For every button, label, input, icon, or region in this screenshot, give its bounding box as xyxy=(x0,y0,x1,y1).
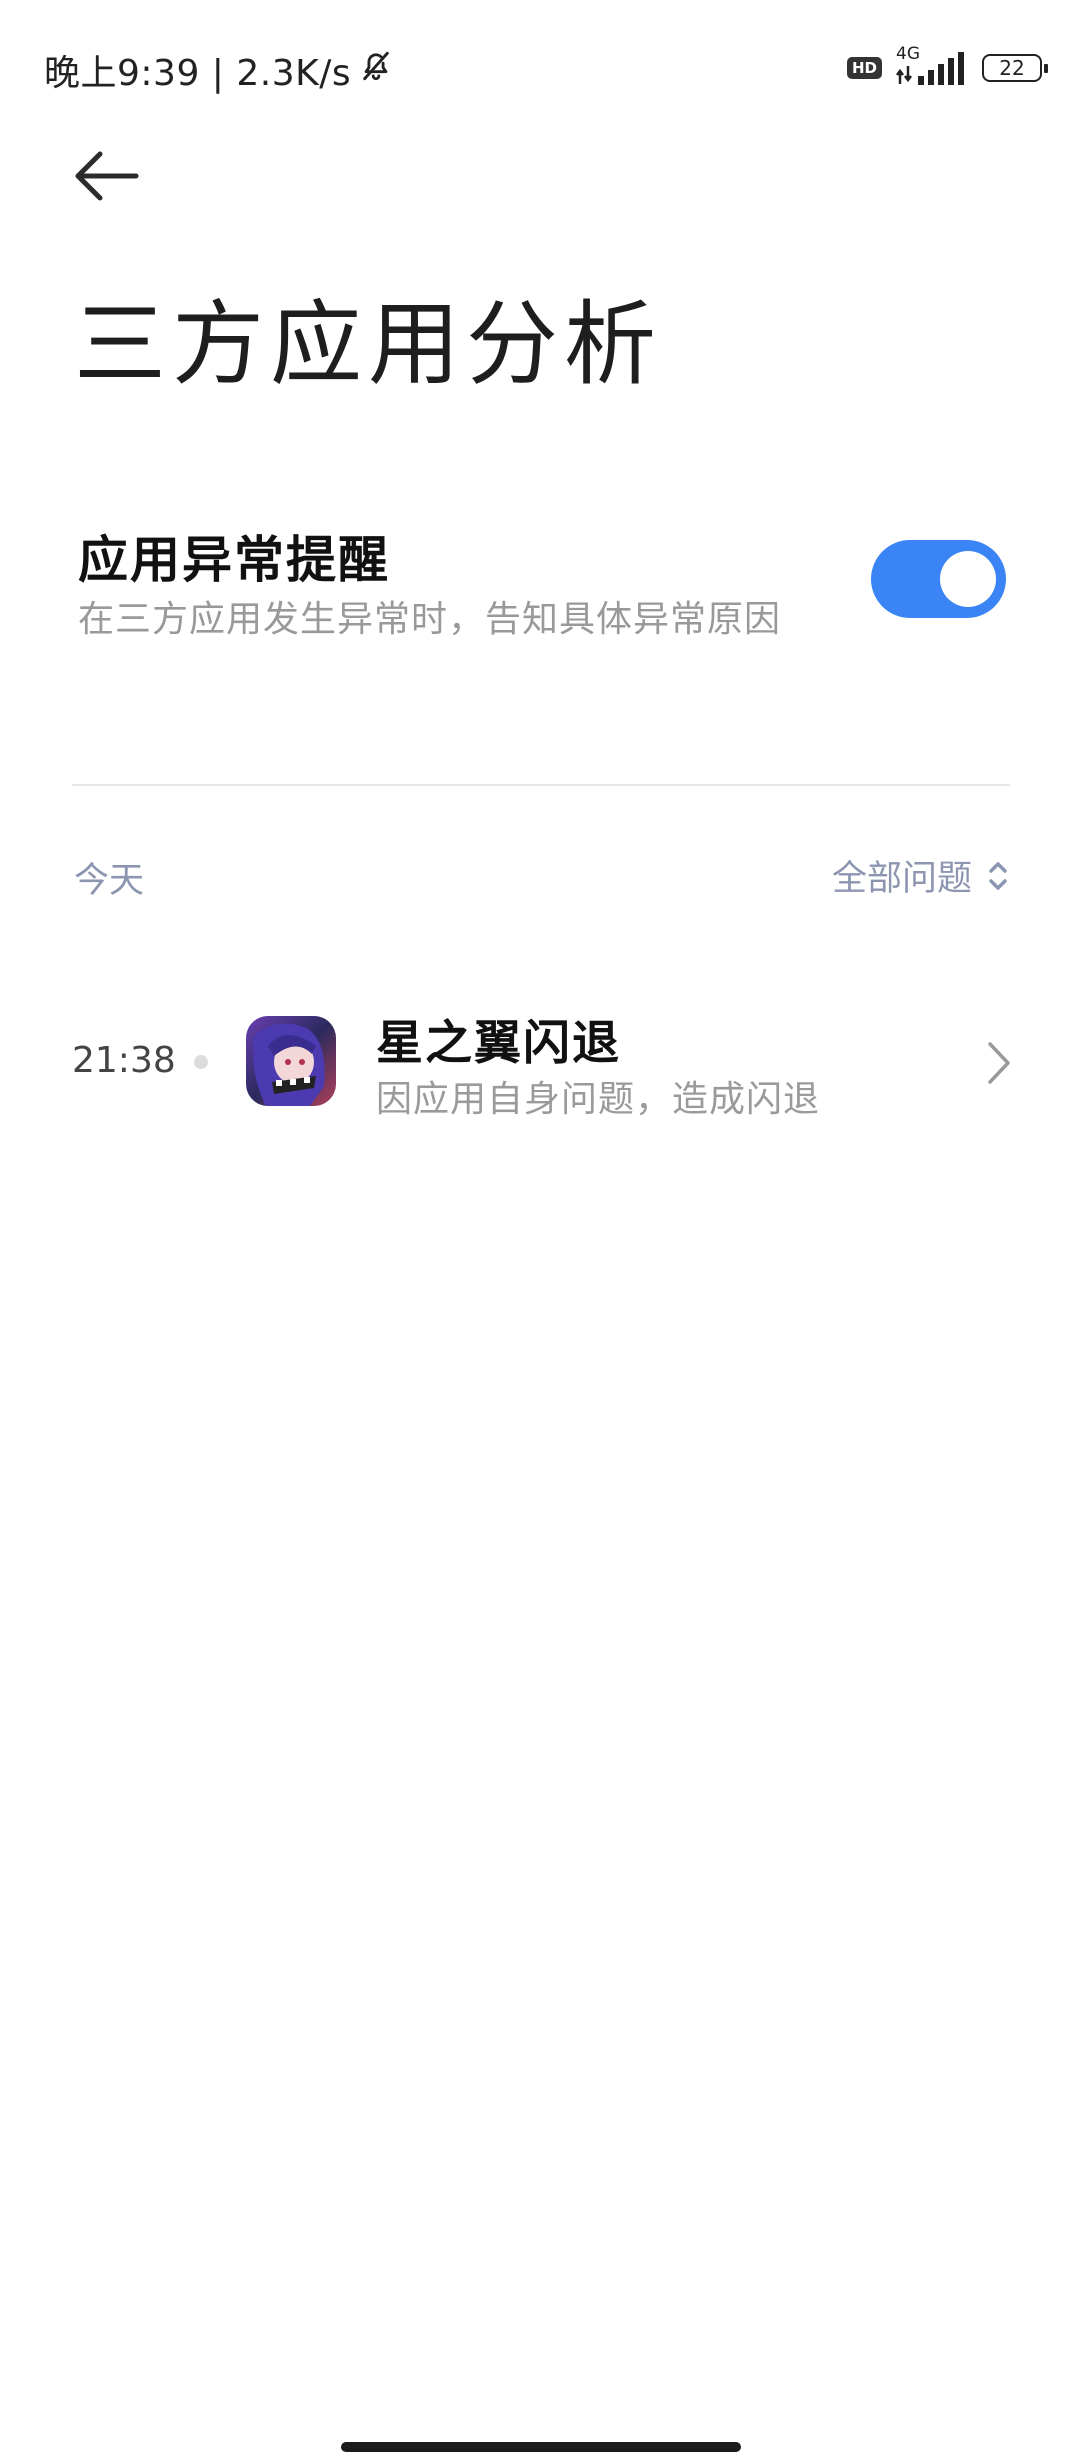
setting-title: 应用异常提醒 xyxy=(78,531,390,589)
back-button[interactable] xyxy=(72,146,152,216)
timeline-dot xyxy=(194,1055,208,1069)
home-indicator[interactable] xyxy=(341,2442,741,2452)
problem-filter-dropdown[interactable]: 全部问题 xyxy=(832,850,1010,901)
hd-badge: HD xyxy=(846,57,882,79)
network-type: 4G xyxy=(896,44,920,64)
battery-level: 22 xyxy=(999,56,1025,80)
page-title: 三方应用分析 xyxy=(74,291,663,398)
battery-icon: 22 xyxy=(982,54,1048,82)
chevron-right-icon xyxy=(986,1040,1012,1090)
page: 晚上9:39 | 2.3K/s HD 4G 22 三方应用分析 应用异常提醒 在… xyxy=(0,0,1080,2460)
sort-chevron-icon xyxy=(989,861,1007,890)
abnormal-alert-toggle[interactable] xyxy=(871,540,1006,618)
section-date-label: 今天 xyxy=(74,861,145,901)
status-time: 晚上9:39 | 2.3K/s xyxy=(44,53,352,94)
status-bar-right: HD 4G 22 xyxy=(846,44,1048,86)
signal-icon: 4G xyxy=(896,44,968,86)
toggle-knob xyxy=(940,551,996,607)
app-icon xyxy=(246,1016,336,1106)
setting-description: 在三方应用发生异常时，告知具体异常原因 xyxy=(78,599,782,640)
filter-label: 全部问题 xyxy=(831,859,972,899)
crash-record-row[interactable]: 21:38 星之翼闪退 因应用自身问题，造成闪退 xyxy=(0,1000,1080,1125)
bell-muted-icon xyxy=(359,49,393,92)
arrow-left-icon xyxy=(75,151,139,201)
record-time: 21:38 xyxy=(72,1040,176,1081)
status-bar-left: 晚上9:39 | 2.3K/s xyxy=(44,44,393,96)
divider xyxy=(72,784,1010,786)
record-title: 星之翼闪退 xyxy=(376,1016,621,1071)
record-subtitle: 因应用自身问题，造成闪退 xyxy=(376,1079,821,1120)
